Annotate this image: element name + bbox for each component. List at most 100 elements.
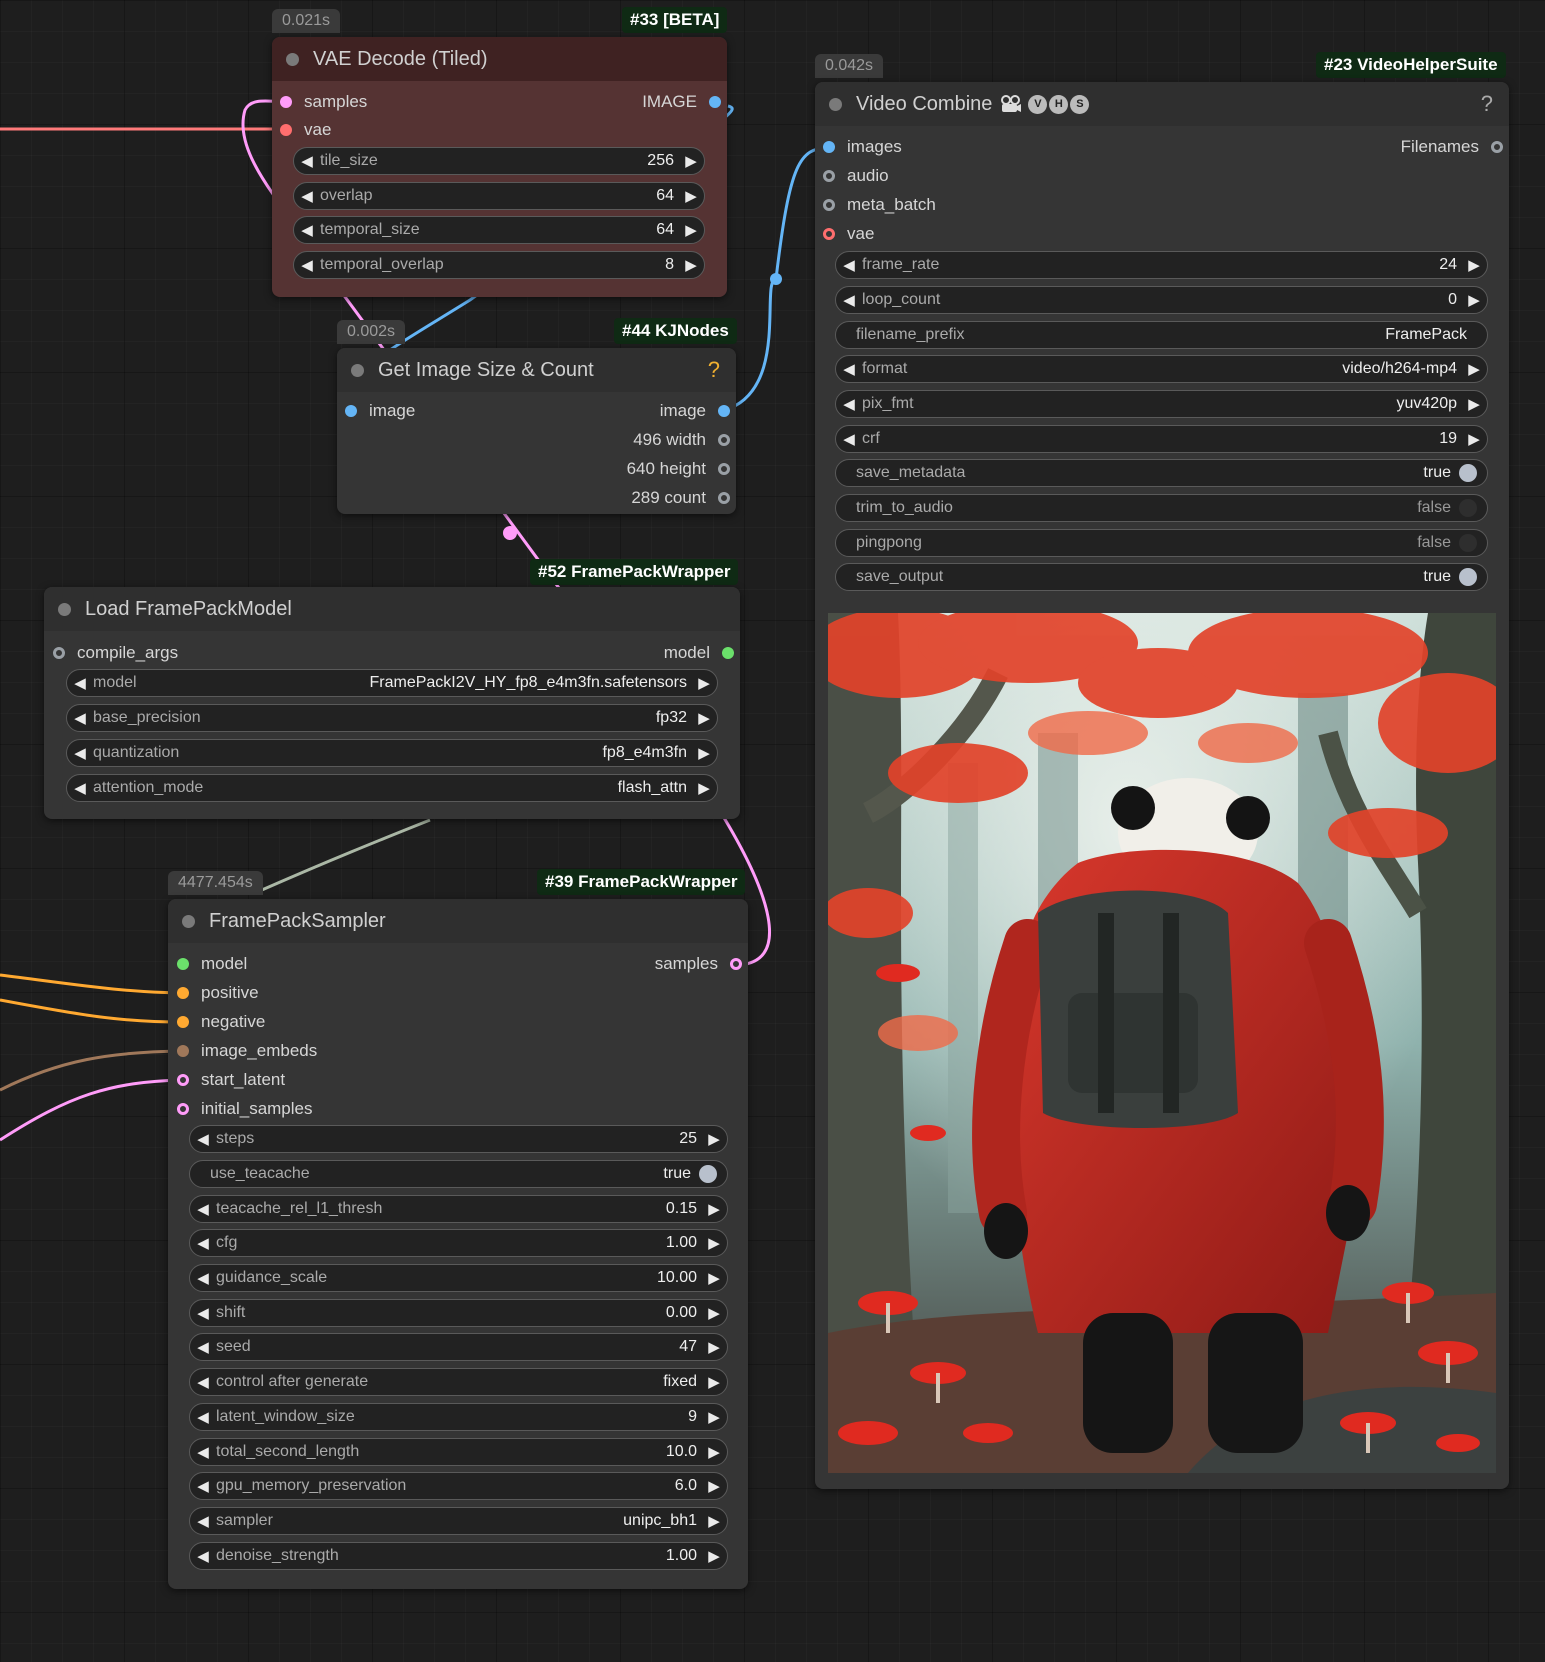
help-icon[interactable]: ? bbox=[708, 357, 720, 383]
decrement-arrow-icon[interactable]: ◀ bbox=[67, 779, 93, 797]
input-meta-batch[interactable]: meta_batch bbox=[823, 194, 936, 216]
collapse-dot-icon[interactable] bbox=[58, 602, 71, 616]
toggle-knob-icon[interactable] bbox=[699, 1165, 717, 1183]
toggle-knob-icon[interactable] bbox=[1459, 464, 1477, 482]
sampler-title-bar[interactable]: FramePackSampler bbox=[168, 899, 748, 943]
image-port-icon[interactable] bbox=[709, 96, 721, 108]
decrement-arrow-icon[interactable]: ◀ bbox=[190, 1373, 216, 1391]
output-count[interactable]: 289 count bbox=[631, 487, 730, 509]
decrement-arrow-icon[interactable]: ◀ bbox=[190, 1304, 216, 1322]
widget-guidance-scale[interactable]: ◀ guidance_scale 10.00 ▶ bbox=[189, 1264, 728, 1292]
widget-denoise-strength[interactable]: ◀ denoise_strength 1.00 ▶ bbox=[189, 1542, 728, 1570]
output-samples[interactable]: samples bbox=[655, 953, 742, 975]
latent-port-icon[interactable] bbox=[280, 96, 292, 108]
latent-port-icon[interactable] bbox=[177, 1074, 189, 1086]
image-size-title-bar[interactable]: Get Image Size & Count ? bbox=[337, 348, 736, 392]
widget-save-output[interactable]: save_output true bbox=[835, 563, 1488, 591]
input-audio[interactable]: audio bbox=[823, 165, 889, 187]
increment-arrow-icon[interactable]: ▶ bbox=[701, 1547, 727, 1565]
widget-cfg[interactable]: ◀ cfg 1.00 ▶ bbox=[189, 1229, 728, 1257]
widget-total-second-length[interactable]: ◀ total_second_length 10.0 ▶ bbox=[189, 1438, 728, 1466]
embeds-port-icon[interactable] bbox=[177, 1045, 189, 1057]
widget-attention-mode[interactable]: ◀ attention_mode flash_attn ▶ bbox=[66, 774, 718, 802]
increment-arrow-icon[interactable]: ▶ bbox=[691, 779, 717, 797]
decrement-arrow-icon[interactable]: ◀ bbox=[190, 1269, 216, 1287]
input-positive[interactable]: positive bbox=[177, 982, 259, 1004]
output-height[interactable]: 640 height bbox=[627, 458, 730, 480]
collapse-dot-icon[interactable] bbox=[829, 97, 842, 111]
vae-decode-node[interactable]: VAE Decode (Tiled) samples vae IMAGE ◀ t… bbox=[272, 37, 727, 297]
input-images[interactable]: images bbox=[823, 136, 902, 158]
widget-model[interactable]: ◀ model FramePackI2V_HY_fp8_e4m3fn.safet… bbox=[66, 669, 718, 697]
increment-arrow-icon[interactable]: ▶ bbox=[701, 1477, 727, 1495]
widget-filename-prefix[interactable]: filename_prefix FramePack bbox=[835, 321, 1488, 349]
widget-trim-to-audio[interactable]: trim_to_audio false bbox=[835, 494, 1488, 522]
widget-shift[interactable]: ◀ shift 0.00 ▶ bbox=[189, 1299, 728, 1327]
vae-port-icon[interactable] bbox=[823, 228, 835, 240]
increment-arrow-icon[interactable]: ▶ bbox=[701, 1443, 727, 1461]
increment-arrow-icon[interactable]: ▶ bbox=[691, 744, 717, 762]
model-port-icon[interactable] bbox=[722, 647, 734, 659]
increment-arrow-icon[interactable]: ▶ bbox=[701, 1200, 727, 1218]
input-initial-samples[interactable]: initial_samples bbox=[177, 1098, 313, 1120]
video-combine-title-bar[interactable]: Video Combine V H S ? bbox=[815, 82, 1509, 126]
input-compile-args[interactable]: compile_args bbox=[53, 642, 178, 664]
input-start-latent[interactable]: start_latent bbox=[177, 1069, 285, 1091]
output-width[interactable]: 496 width bbox=[633, 429, 730, 451]
increment-arrow-icon[interactable]: ▶ bbox=[678, 221, 704, 239]
increment-arrow-icon[interactable]: ▶ bbox=[1461, 430, 1487, 448]
filenames-port-icon[interactable] bbox=[1491, 141, 1503, 153]
decrement-arrow-icon[interactable]: ◀ bbox=[67, 744, 93, 762]
load-model-title-bar[interactable]: Load FramePackModel bbox=[44, 587, 740, 631]
decrement-arrow-icon[interactable]: ◀ bbox=[836, 291, 862, 309]
input-samples[interactable]: samples bbox=[280, 91, 367, 113]
video-preview[interactable] bbox=[828, 613, 1496, 1473]
conditioning-port-icon[interactable] bbox=[177, 987, 189, 999]
increment-arrow-icon[interactable]: ▶ bbox=[1461, 360, 1487, 378]
widget-use-teacache[interactable]: use_teacache true bbox=[189, 1160, 728, 1188]
video-combine-node[interactable]: Video Combine V H S ? images audio meta_… bbox=[815, 82, 1509, 1489]
conditioning-port-icon[interactable] bbox=[177, 1016, 189, 1028]
vae-decode-title-bar[interactable]: VAE Decode (Tiled) bbox=[272, 37, 727, 81]
increment-arrow-icon[interactable]: ▶ bbox=[701, 1373, 727, 1391]
load-model-node[interactable]: Load FramePackModel compile_args model ◀… bbox=[44, 587, 740, 819]
widget-seed[interactable]: ◀ seed 47 ▶ bbox=[189, 1333, 728, 1361]
decrement-arrow-icon[interactable]: ◀ bbox=[836, 395, 862, 413]
input-image-embeds[interactable]: image_embeds bbox=[177, 1040, 317, 1062]
increment-arrow-icon[interactable]: ▶ bbox=[678, 256, 704, 274]
widget-control-after-generate[interactable]: ◀ control after generate fixed ▶ bbox=[189, 1368, 728, 1396]
decrement-arrow-icon[interactable]: ◀ bbox=[836, 256, 862, 274]
decrement-arrow-icon[interactable]: ◀ bbox=[190, 1443, 216, 1461]
increment-arrow-icon[interactable]: ▶ bbox=[691, 709, 717, 727]
increment-arrow-icon[interactable]: ▶ bbox=[678, 152, 704, 170]
input-vae[interactable]: vae bbox=[280, 119, 331, 141]
increment-arrow-icon[interactable]: ▶ bbox=[1461, 291, 1487, 309]
decrement-arrow-icon[interactable]: ◀ bbox=[67, 674, 93, 692]
image-port-icon[interactable] bbox=[823, 141, 835, 153]
decrement-arrow-icon[interactable]: ◀ bbox=[190, 1200, 216, 1218]
input-model[interactable]: model bbox=[177, 953, 247, 975]
widget-base-precision[interactable]: ◀ base_precision fp32 ▶ bbox=[66, 704, 718, 732]
audio-port-icon[interactable] bbox=[823, 170, 835, 182]
increment-arrow-icon[interactable]: ▶ bbox=[701, 1269, 727, 1287]
widget-pix-fmt[interactable]: ◀ pix_fmt yuv420p ▶ bbox=[835, 390, 1488, 418]
toggle-knob-icon[interactable] bbox=[1459, 568, 1477, 586]
increment-arrow-icon[interactable]: ▶ bbox=[701, 1130, 727, 1148]
toggle-knob-icon[interactable] bbox=[1459, 499, 1477, 517]
input-vae[interactable]: vae bbox=[823, 223, 874, 245]
increment-arrow-icon[interactable]: ▶ bbox=[701, 1234, 727, 1252]
widget-temporal-overlap[interactable]: ◀ temporal_overlap 8 ▶ bbox=[293, 251, 705, 279]
decrement-arrow-icon[interactable]: ◀ bbox=[190, 1408, 216, 1426]
latent-port-icon[interactable] bbox=[177, 1103, 189, 1115]
widget-save-metadata[interactable]: save_metadata true bbox=[835, 459, 1488, 487]
model-port-icon[interactable] bbox=[177, 958, 189, 970]
widget-pingpong[interactable]: pingpong false bbox=[835, 529, 1488, 557]
increment-arrow-icon[interactable]: ▶ bbox=[701, 1512, 727, 1530]
output-image[interactable]: IMAGE bbox=[642, 91, 721, 113]
int-port-icon[interactable] bbox=[718, 434, 730, 446]
increment-arrow-icon[interactable]: ▶ bbox=[701, 1304, 727, 1322]
increment-arrow-icon[interactable]: ▶ bbox=[678, 187, 704, 205]
int-port-icon[interactable] bbox=[718, 492, 730, 504]
decrement-arrow-icon[interactable]: ◀ bbox=[836, 360, 862, 378]
sampler-node[interactable]: FramePackSampler model positive negative… bbox=[168, 899, 748, 1589]
